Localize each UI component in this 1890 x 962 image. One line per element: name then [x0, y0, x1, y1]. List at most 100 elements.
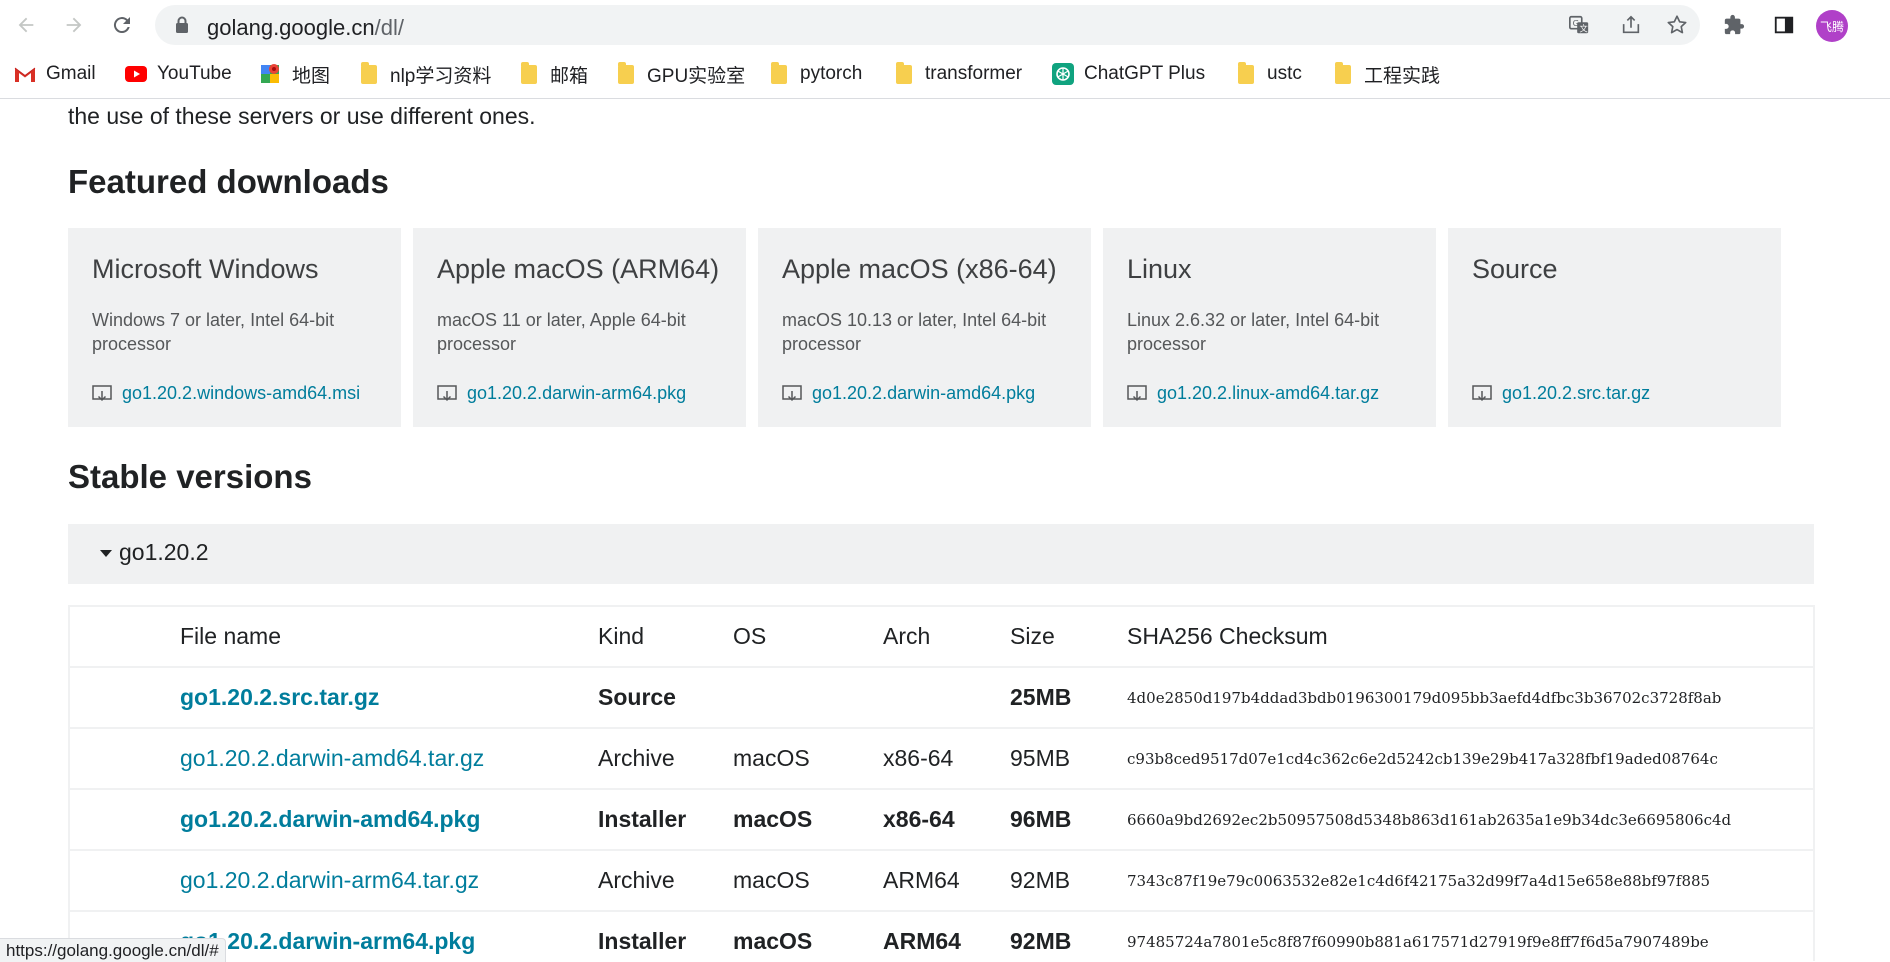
kind-cell: Archive — [598, 867, 675, 893]
card-description: Linux 2.6.32 or later, Intel 64-bit proc… — [1127, 310, 1380, 354]
featured-card-source: Source go1.20.2.src.tar.gz — [1448, 228, 1781, 427]
share-icon[interactable] — [1619, 13, 1643, 37]
side-panel-icon[interactable] — [1772, 13, 1796, 37]
table-header-row: File name Kind OS Arch Size SHA256 Check… — [70, 607, 1813, 668]
bookmark-folder-nlp[interactable]: nlp学习资料 — [358, 61, 491, 87]
back-button[interactable] — [9, 8, 43, 42]
table-row: go1.20.2.darwin-amd64.tar.gz Archive mac… — [70, 729, 1813, 790]
kind-cell: Source — [598, 684, 676, 710]
checksum-cell: 4d0e2850d197b4ddad3bdb0196300179d095bb3a… — [1127, 688, 1722, 707]
bookmark-gmail[interactable]: Gmail — [14, 62, 96, 86]
file-link[interactable]: go1.20.2.darwin-amd64.pkg — [180, 790, 480, 849]
featured-card-macos-arm64: Apple macOS (ARM64) macOS 11 or later, A… — [413, 228, 746, 427]
download-icon — [92, 384, 112, 401]
bookmark-folder-gpu[interactable]: GPU实验室 — [615, 61, 745, 87]
kind-cell: Archive — [598, 745, 675, 771]
card-title: Apple macOS (ARM64) — [437, 254, 720, 284]
file-link[interactable]: go1.20.2.darwin-arm64.tar.gz — [180, 851, 479, 910]
card-title: Microsoft Windows — [92, 254, 319, 284]
os-cell: macOS — [733, 806, 813, 832]
folder-icon — [768, 61, 790, 85]
stable-versions-heading: Stable versions — [68, 458, 312, 495]
back-arrow-icon — [18, 17, 34, 33]
folder-icon — [358, 61, 380, 85]
arch-cell: x86-64 — [883, 806, 955, 832]
arch-cell: x86-64 — [883, 745, 954, 771]
download-icon — [782, 384, 802, 401]
folder-icon — [1235, 61, 1257, 85]
table-row: go1.20.2.src.tar.gz Source 25MB 4d0e2850… — [70, 668, 1813, 729]
download-icon — [1472, 384, 1492, 401]
bookmark-folder-transformer[interactable]: transformer — [893, 61, 1022, 86]
folder-icon — [518, 61, 540, 85]
card-download-link[interactable]: go1.20.2.windows-amd64.msi — [92, 383, 360, 404]
size-cell: 92MB — [1010, 928, 1072, 954]
lock-icon — [176, 16, 188, 33]
folder-icon — [893, 61, 915, 85]
os-cell: macOS — [733, 745, 810, 771]
caret-down-icon — [100, 550, 112, 557]
kind-cell: Installer — [598, 928, 687, 954]
svg-text:文: 文 — [1579, 23, 1587, 33]
address-bar[interactable]: golang.google.cn/dl/ G文 — [155, 5, 1700, 45]
profile-avatar[interactable]: 飞腾 — [1816, 10, 1848, 42]
size-cell: 25MB — [1010, 684, 1072, 710]
card-download-link[interactable]: go1.20.2.darwin-arm64.pkg — [437, 383, 686, 404]
card-title: Source — [1472, 254, 1558, 284]
folder-icon — [1332, 61, 1354, 85]
bookmark-star-icon[interactable] — [1665, 13, 1689, 37]
arch-cell: ARM64 — [883, 867, 960, 893]
browser-toolbar: golang.google.cn/dl/ G文 飞腾 — [0, 0, 1890, 50]
card-title: Apple macOS (x86-64) — [782, 254, 1057, 284]
card-download-link[interactable]: go1.20.2.linux-amd64.tar.gz — [1127, 383, 1379, 404]
header-os: OS — [733, 623, 767, 649]
featured-card-macos-x86-64: Apple macOS (x86-64) macOS 10.13 or late… — [758, 228, 1091, 427]
file-link[interactable]: go1.20.2.src.tar.gz — [180, 668, 379, 727]
reload-icon — [113, 17, 130, 34]
version-toggle[interactable]: go1.20.2 — [68, 524, 1814, 584]
checksum-cell: 6660a9bd2692ec2b50957508d5348b863d161ab2… — [1127, 810, 1732, 829]
bookmark-folder-pytorch[interactable]: pytorch — [768, 61, 862, 86]
youtube-icon — [125, 63, 147, 85]
os-cell: macOS — [733, 928, 813, 954]
checksum-cell: 7343c87f19e79c0063532e82e1c4d6f42175a32d… — [1127, 871, 1711, 890]
url-text: golang.google.cn/dl/ — [207, 15, 404, 40]
bookmark-folder-engineering[interactable]: 工程实践 — [1332, 61, 1440, 87]
size-cell: 92MB — [1010, 867, 1071, 893]
bookmark-maps[interactable]: 地图 — [260, 62, 330, 87]
featured-downloads-heading: Featured downloads — [68, 163, 389, 200]
checksum-cell: c93b8ced9517d07e1cd4c362c6e2d5242cb139e2… — [1127, 749, 1718, 768]
arch-cell: ARM64 — [883, 928, 961, 954]
chatgpt-icon — [1052, 63, 1074, 85]
gmail-icon — [14, 63, 36, 85]
bookmark-folder-ustc[interactable]: ustc — [1235, 61, 1302, 86]
os-cell: macOS — [733, 867, 810, 893]
header-file-name: File name — [180, 623, 281, 649]
bookmark-youtube[interactable]: YouTube — [125, 62, 232, 86]
forward-arrow-icon — [66, 17, 82, 33]
maps-icon — [260, 63, 282, 85]
checksum-cell: 97485724a7801e5c8f87f60990b881a617571d27… — [1127, 932, 1709, 951]
table-row: go1.20.2.darwin-arm64.tar.gz Archive mac… — [70, 851, 1813, 912]
translate-icon[interactable]: G文 — [1567, 13, 1591, 37]
reload-button[interactable] — [105, 8, 139, 42]
forward-button[interactable] — [57, 8, 91, 42]
size-cell: 95MB — [1010, 745, 1071, 771]
kind-cell: Installer — [598, 806, 687, 832]
card-title: Linux — [1127, 254, 1192, 284]
header-kind: Kind — [598, 623, 645, 649]
downloads-table: File name Kind OS Arch Size SHA256 Check… — [68, 605, 1815, 961]
page-content: the use of these servers or use differen… — [0, 99, 1890, 961]
card-description: macOS 11 or later, Apple 64-bit processo… — [437, 310, 686, 354]
download-icon — [1127, 384, 1147, 401]
card-description: Windows 7 or later, Intel 64-bit process… — [92, 310, 335, 354]
featured-card-linux: Linux Linux 2.6.32 or later, Intel 64-bi… — [1103, 228, 1436, 427]
card-download-link[interactable]: go1.20.2.darwin-amd64.pkg — [782, 383, 1035, 404]
bookmark-chatgpt[interactable]: ChatGPT Plus — [1052, 62, 1205, 86]
extensions-icon[interactable] — [1722, 13, 1746, 37]
header-size: Size — [1010, 623, 1055, 649]
bookmarks-bar: Gmail YouTube 地图 nlp学习资料 邮箱 GPU实验室 pytor… — [0, 50, 1890, 99]
bookmark-folder-mail[interactable]: 邮箱 — [518, 61, 588, 87]
card-download-link[interactable]: go1.20.2.src.tar.gz — [1472, 383, 1650, 404]
file-link[interactable]: go1.20.2.darwin-amd64.tar.gz — [180, 729, 484, 788]
